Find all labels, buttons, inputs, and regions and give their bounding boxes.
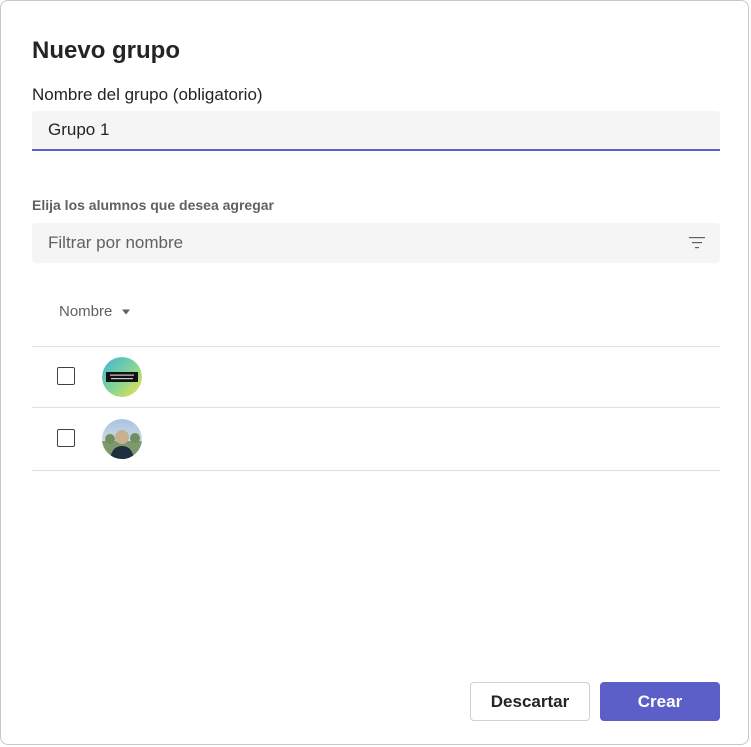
column-header-name[interactable]: Nombre — [59, 303, 131, 320]
photo-avatar-icon — [102, 419, 142, 459]
group-name-input[interactable] — [32, 111, 720, 151]
students-label: Elija los alumnos que desea agregar — [32, 197, 274, 213]
filter-by-name-input[interactable] — [32, 223, 672, 263]
discard-button[interactable]: Descartar — [470, 682, 590, 721]
table-divider — [32, 470, 720, 471]
gradient-badge-avatar-icon — [102, 357, 142, 397]
filter-icon[interactable] — [688, 235, 706, 251]
avatar — [102, 419, 142, 459]
student-checkbox[interactable] — [57, 429, 75, 447]
filter-box — [32, 223, 720, 263]
avatar — [102, 357, 142, 397]
sort-down-icon — [122, 309, 131, 314]
table-row — [32, 347, 720, 407]
create-button[interactable]: Crear — [600, 682, 720, 721]
group-name-label: Nombre del grupo (obligatorio) — [32, 85, 263, 104]
table-divider — [32, 407, 720, 408]
column-header-label: Nombre — [59, 303, 113, 320]
student-checkbox[interactable] — [57, 367, 75, 385]
new-group-dialog: Nuevo grupo Nombre del grupo (obligatori… — [0, 0, 749, 745]
table-row — [32, 409, 720, 469]
dialog-title: Nuevo grupo — [32, 37, 180, 64]
